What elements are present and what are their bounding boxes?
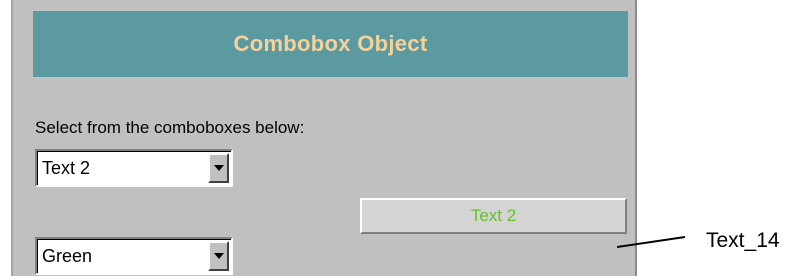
chevron-down-icon: [213, 253, 224, 259]
combobox-text-value: Text 2: [42, 158, 91, 178]
combobox-text[interactable]: Text 2: [35, 149, 233, 187]
page-title: Combobox Object: [233, 31, 428, 56]
callout-line: [617, 236, 685, 248]
combobox-color-dropdown-button[interactable]: [208, 241, 229, 271]
output-textfield[interactable]: Text 2: [360, 198, 627, 234]
output-textfield-value: Text 2: [470, 206, 517, 225]
form-panel: Combobox Object Select from the combobox…: [11, 0, 637, 276]
chevron-down-icon: [213, 165, 224, 171]
combobox-color[interactable]: Green: [35, 237, 233, 275]
combobox-color-value: Green: [42, 246, 93, 266]
callout-label: Text_14: [706, 229, 780, 252]
header-banner: Combobox Object: [33, 11, 628, 77]
combobox-text-dropdown-button[interactable]: [208, 153, 229, 183]
instruction-label: Select from the comboboxes below:: [35, 118, 305, 137]
